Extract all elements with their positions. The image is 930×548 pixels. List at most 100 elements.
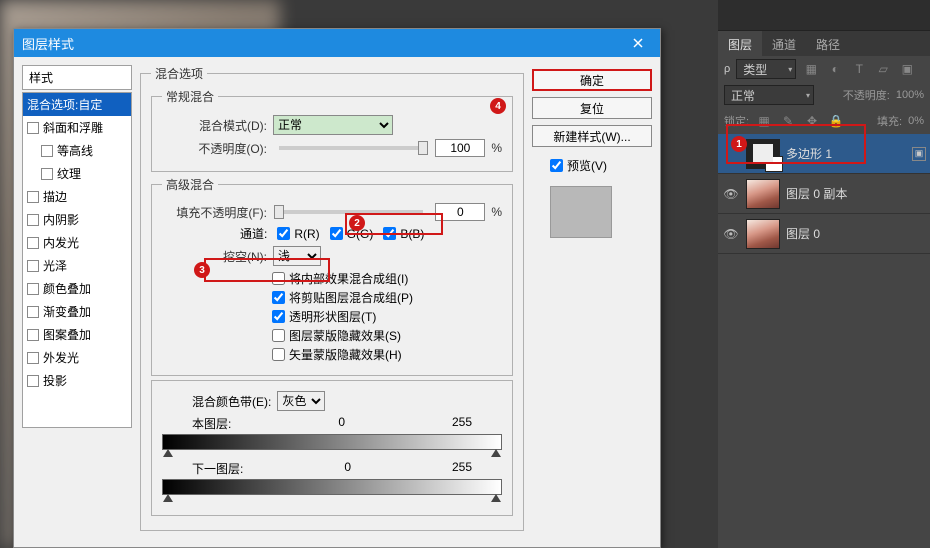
style-item[interactable]: 内发光 [23, 231, 131, 254]
channel-b[interactable]: B(B) [383, 227, 424, 241]
style-item[interactable]: 颜色叠加 [23, 277, 131, 300]
visibility-eye-icon[interactable]: 👁 [722, 187, 740, 201]
lock-paint-icon[interactable]: ✎ [779, 112, 797, 130]
advanced-check[interactable]: 图层蒙版隐藏效果(S) [272, 327, 401, 344]
panel-opacity-value[interactable]: 100% [896, 89, 924, 101]
layer-thumbnail[interactable] [746, 139, 780, 169]
fill-opacity-slider[interactable] [279, 210, 423, 214]
style-item-label: 纹理 [57, 165, 81, 182]
range-max: 255 [452, 415, 472, 432]
callout-3: 3 [194, 262, 210, 278]
close-button[interactable] [624, 32, 652, 54]
style-checkbox[interactable] [27, 352, 39, 364]
style-checkbox[interactable] [27, 375, 39, 387]
filter-smart-icon[interactable]: ▣ [898, 60, 916, 78]
style-item[interactable]: 光泽 [23, 254, 131, 277]
kind-select[interactable]: 类型 [736, 59, 796, 79]
layer-style-dialog: 图层样式 样式 混合选项:自定斜面和浮雕等高线纹理描边内阴影内发光光泽颜色叠加渐… [13, 28, 661, 548]
channels-label: 通道: [240, 225, 267, 242]
styles-header[interactable]: 样式 [22, 65, 132, 90]
layer-name[interactable]: 图层 0 副本 [786, 185, 847, 202]
dialog-titlebar[interactable]: 图层样式 [14, 29, 660, 57]
layer-item[interactable]: 👁 图层 0 [718, 214, 930, 254]
lock-all-icon[interactable]: 🔒 [827, 112, 845, 130]
advanced-check[interactable]: 将内部效果混合成组(I) [272, 270, 408, 287]
style-item[interactable]: 混合选项:自定 [23, 93, 131, 116]
layer-name[interactable]: 图层 0 [786, 225, 820, 242]
reset-button[interactable]: 复位 [532, 97, 652, 119]
blend-mode-select[interactable]: 正常 [273, 115, 393, 135]
fill-opacity-input[interactable] [435, 203, 485, 221]
opacity-slider[interactable] [279, 146, 423, 150]
style-item-label: 图案叠加 [43, 326, 91, 343]
style-item-label: 内发光 [43, 234, 79, 251]
filter-text-icon[interactable]: T [850, 60, 868, 78]
style-checkbox[interactable] [41, 145, 53, 157]
dialog-title: 图层样式 [22, 34, 624, 53]
tab-channels[interactable]: 通道 [762, 31, 806, 56]
preview-checkbox[interactable]: 预览(V) [550, 157, 652, 174]
style-checkbox[interactable] [27, 214, 39, 226]
style-checkbox[interactable] [27, 306, 39, 318]
style-checkbox[interactable] [27, 329, 39, 341]
style-item[interactable]: 描边 [23, 185, 131, 208]
advanced-check[interactable]: 将剪贴图层混合成组(P) [272, 289, 413, 306]
blend-mode-label: 混合模式(D): [162, 117, 267, 134]
knockout-select[interactable]: 浅 [273, 246, 321, 266]
style-checkbox[interactable] [41, 168, 53, 180]
under-layer-gradient[interactable] [162, 479, 502, 495]
layer-thumbnail[interactable] [746, 219, 780, 249]
style-checkbox[interactable] [27, 260, 39, 272]
style-checkbox[interactable] [27, 122, 39, 134]
style-item-label: 颜色叠加 [43, 280, 91, 297]
layer-item[interactable]: 👁 图层 0 副本 [718, 174, 930, 214]
layer-name[interactable]: 多边形 1 [786, 145, 832, 162]
channel-r[interactable]: R(R) [277, 227, 319, 241]
tab-paths[interactable]: 路径 [806, 31, 850, 56]
layer-badge-icon: ▣ [912, 147, 926, 161]
opacity-input[interactable] [435, 139, 485, 157]
style-item[interactable]: 图案叠加 [23, 323, 131, 346]
style-checkbox[interactable] [27, 191, 39, 203]
lock-transparent-icon[interactable]: ▦ [755, 112, 773, 130]
lock-position-icon[interactable]: ✥ [803, 112, 821, 130]
advanced-check[interactable]: 矢量蒙版隐藏效果(H) [272, 346, 402, 363]
new-style-button[interactable]: 新建样式(W)... [532, 125, 652, 147]
filter-adjust-icon[interactable]: ◐ [826, 60, 844, 78]
style-item[interactable]: 斜面和浮雕 [23, 116, 131, 139]
style-checkbox[interactable] [27, 283, 39, 295]
visibility-eye-icon[interactable]: 👁 [722, 227, 740, 241]
this-layer-gradient[interactable] [162, 434, 502, 450]
layer-thumbnail[interactable] [746, 179, 780, 209]
ok-button[interactable]: 确定 [532, 69, 652, 91]
layers-panel: 图层 通道 路径 ρ 类型 ▦ ◐ T ▱ ▣ 正常 不透明度: 100% 锁定… [718, 0, 930, 548]
filter-shape-icon[interactable]: ▱ [874, 60, 892, 78]
advanced-check[interactable]: 透明形状图层(T) [272, 308, 376, 325]
styles-column: 样式 混合选项:自定斜面和浮雕等高线纹理描边内阴影内发光光泽颜色叠加渐变叠加图案… [22, 65, 132, 539]
filter-pixel-icon[interactable]: ▦ [802, 60, 820, 78]
under-layer-label: 下一图层: [192, 460, 243, 477]
advanced-legend: 高级混合 [162, 176, 218, 193]
blend-options-legend: 混合选项 [151, 65, 207, 82]
style-item-label: 等高线 [57, 142, 93, 159]
fill-value[interactable]: 0% [908, 115, 924, 127]
style-item[interactable]: 外发光 [23, 346, 131, 369]
layer-item[interactable]: 多边形 1 ▣ [718, 134, 930, 174]
dialog-right-column: 确定 复位 新建样式(W)... 预览(V) [532, 65, 652, 539]
range-min-2: 0 [344, 460, 351, 477]
range-min: 0 [338, 415, 345, 432]
callout-1: 1 [731, 136, 747, 152]
options-column: 混合选项 常规混合 混合模式(D): 正常 不透明度(O): % [140, 65, 524, 539]
tab-layers[interactable]: 图层 [718, 31, 762, 56]
style-item[interactable]: 投影 [23, 369, 131, 392]
style-item[interactable]: 内阴影 [23, 208, 131, 231]
blend-mode-panel-select[interactable]: 正常 [724, 85, 814, 105]
style-item[interactable]: 等高线 [23, 139, 131, 162]
style-item[interactable]: 纹理 [23, 162, 131, 185]
blendif-select[interactable]: 灰色 [277, 391, 325, 411]
style-item-label: 混合选项:自定 [27, 96, 102, 113]
style-item-label: 投影 [43, 372, 67, 389]
style-item[interactable]: 渐变叠加 [23, 300, 131, 323]
lock-label: 锁定: [724, 113, 749, 129]
style-checkbox[interactable] [27, 237, 39, 249]
